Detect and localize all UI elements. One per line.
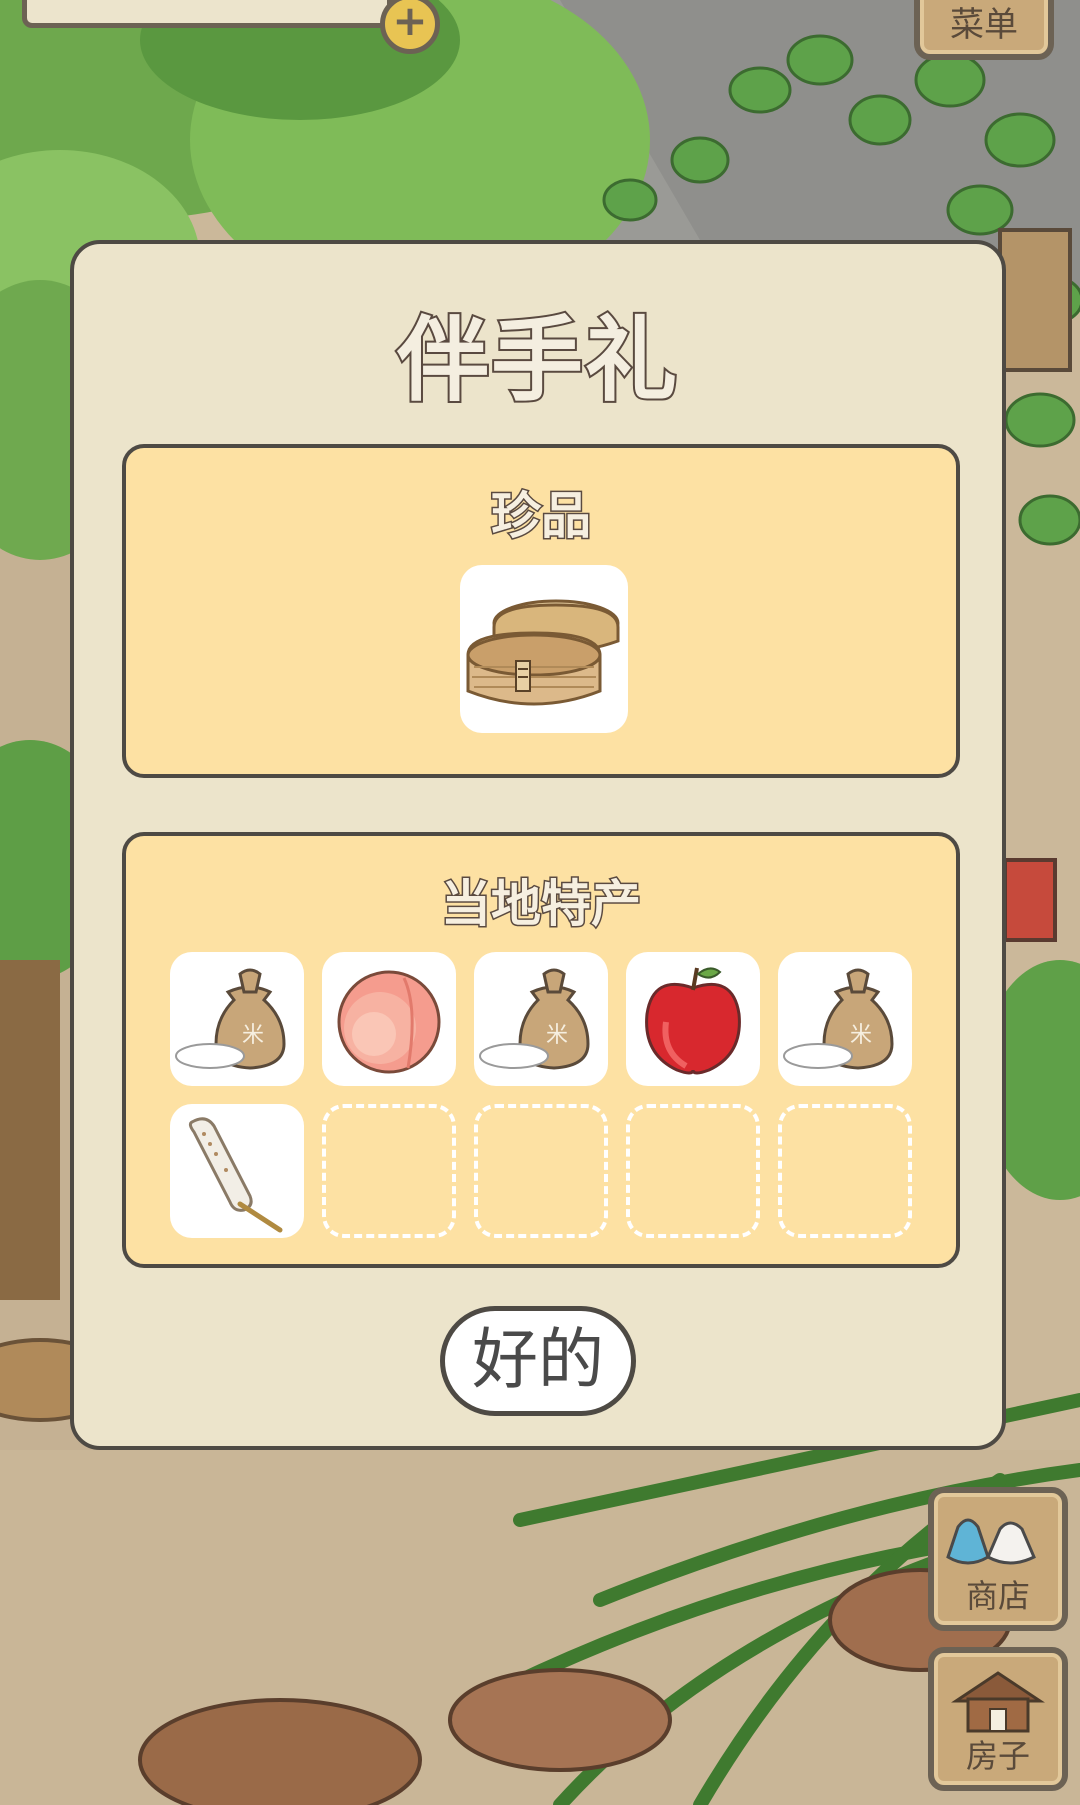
peach-icon <box>337 970 441 1074</box>
shop-button[interactable]: 商店 <box>928 1487 1068 1631</box>
rare-item-slot[interactable] <box>460 565 628 733</box>
rice-bag-icon: 米 <box>479 968 590 1070</box>
currency-bar <box>22 0 392 28</box>
svg-text:米: 米 <box>242 1023 264 1048</box>
rice-bag-icon: 米 <box>783 968 894 1070</box>
local-item-slot[interactable]: 米 <box>170 952 304 1086</box>
dialog-title: 伴手礼 <box>395 305 679 416</box>
menu-label: 菜单 <box>950 5 1018 45</box>
shop-label: 商店 <box>965 1577 1030 1615</box>
svg-text:米: 米 <box>546 1023 568 1048</box>
empty-item-slot <box>626 1104 760 1238</box>
empty-item-slot <box>778 1104 912 1238</box>
mochi-skewer-icon <box>188 1117 283 1233</box>
empty-item-slot <box>322 1104 456 1238</box>
apple-icon <box>645 967 741 1075</box>
empty-item-slot <box>474 1104 608 1238</box>
rice-bag-icon: 米 <box>175 968 286 1070</box>
house-button[interactable]: 房子 <box>928 1647 1068 1791</box>
rare-section-title: 珍品 <box>490 486 593 547</box>
local-item-slot[interactable] <box>626 952 760 1086</box>
svg-text:米: 米 <box>850 1023 872 1048</box>
local-item-slot[interactable] <box>170 1104 304 1238</box>
house-label: 房子 <box>965 1737 1030 1775</box>
rare-items-panel: 珍品 <box>122 444 960 778</box>
ok-button[interactable]: 好的 <box>440 1306 636 1416</box>
shop-bags-icon <box>934 1507 1062 1573</box>
local-item-slot[interactable]: 米 <box>474 952 608 1086</box>
local-item-slot[interactable]: 米 <box>778 952 912 1086</box>
local-specialties-panel: 当地特产 米 米 米 <box>122 832 960 1268</box>
house-icon <box>934 1667 1062 1733</box>
wooden-lunchbox-icon <box>466 599 620 706</box>
local-item-slot[interactable] <box>322 952 456 1086</box>
local-section-title: 当地特产 <box>440 874 643 935</box>
souvenir-dialog: 伴手礼 珍品 当地特产 米 米 米 好的 <box>70 240 1006 1450</box>
menu-button[interactable]: 菜单 <box>914 0 1054 60</box>
